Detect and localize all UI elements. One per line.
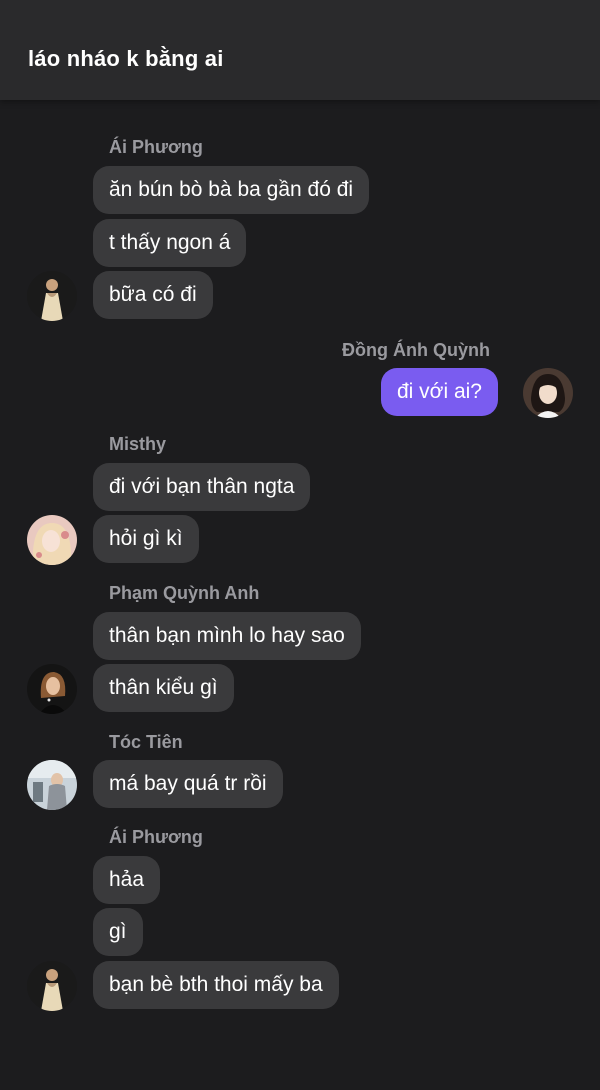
user-avatar-icon[interactable] (27, 664, 77, 714)
message-bubble[interactable]: má bay quá tr rồi (93, 760, 283, 808)
message-bubble[interactable]: hỏi gì kì (93, 515, 199, 563)
chat-title[interactable]: láo nháo k bằng ai (28, 46, 224, 72)
message-bubble[interactable]: bữa có đi (93, 271, 213, 319)
message-bubble[interactable]: đi với ai? (381, 368, 498, 416)
message-bubble[interactable]: ăn bún bò bà ba gần đó đi (93, 166, 370, 214)
user-avatar-icon[interactable] (27, 271, 77, 321)
message-bubble[interactable]: gì (93, 908, 143, 956)
sender-name: Phạm Quỳnh Anh (109, 583, 260, 603)
message-bubble[interactable]: bạn bè bth thoi mấy ba (93, 961, 339, 1009)
message-bubble[interactable]: t thấy ngon á (93, 219, 247, 267)
user-avatar-icon[interactable] (27, 961, 77, 1011)
user-avatar-icon[interactable] (523, 368, 573, 418)
message-bubble[interactable]: đi với bạn thân ngta (93, 463, 311, 511)
message-bubble[interactable]: thân bạn mình lo hay sao (93, 612, 361, 660)
sender-name: Tóc Tiên (109, 732, 183, 752)
sender-name: Misthy (109, 434, 167, 454)
message-bubble[interactable]: hảa (93, 856, 161, 904)
user-avatar-icon[interactable] (27, 760, 77, 810)
sender-name: Đồng Ánh Quỳnh (342, 340, 490, 360)
chat-header: láo nháo k bằng ai (0, 0, 600, 100)
message-bubble[interactable]: thân kiểu gì (93, 664, 234, 712)
user-avatar-icon[interactable] (27, 515, 77, 565)
sender-name: Ái Phương (109, 827, 203, 847)
sender-name: Ái Phương (109, 137, 203, 157)
